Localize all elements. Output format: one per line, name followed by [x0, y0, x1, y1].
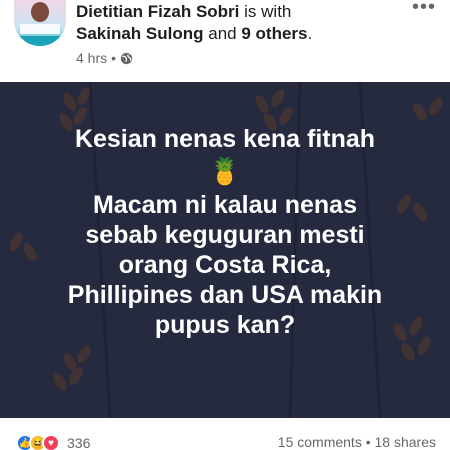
post-time[interactable]: 4 hrs — [76, 50, 107, 66]
post-line-2: Macam ni kalau nenas — [92, 191, 357, 219]
avatar-band-lower — [16, 36, 64, 46]
stats-separator: • — [365, 434, 371, 450]
pineapple-icon: 🍍 — [208, 156, 242, 186]
more-options-icon[interactable]: ••• — [412, 0, 436, 17]
reactions-summary[interactable]: 👍 😆 ♥ 336 — [16, 434, 90, 450]
others-link[interactable]: 9 others — [241, 24, 307, 43]
post-footer: 👍 😆 ♥ 336 15 comments • 18 shares — [0, 418, 450, 450]
post-text: Kesian nenas kena fitnah 🍍 Macam ni kala… — [0, 124, 450, 340]
author-name[interactable]: Dietitian Fizah Sobri — [76, 2, 239, 21]
meta-separator: • — [111, 50, 117, 66]
post-line-1: Kesian nenas kena fitnah — [74, 125, 376, 153]
and-text: and — [208, 24, 237, 43]
comments-link[interactable]: 15 comments — [278, 434, 362, 450]
post-header: Dietitian Fizah Sobri is with Sakinah Su… — [0, 0, 450, 82]
post-line-4: orang Costa Rica, — [118, 251, 332, 279]
reaction-count: 336 — [67, 435, 91, 450]
globe-icon — [120, 52, 133, 64]
post-stats: 15 comments • 18 shares — [278, 434, 436, 450]
with-text: is with — [244, 2, 292, 21]
love-icon: ♥ — [42, 434, 60, 450]
post-line-5: Phillipines dan USA makin — [67, 281, 383, 309]
avatar[interactable] — [14, 0, 66, 46]
tagged-line: Sakinah Sulong and 9 others. — [76, 24, 312, 44]
post-image[interactable]: Kesian nenas kena fitnah 🍍 Macam ni kala… — [0, 82, 450, 418]
post-meta: 4 hrs • — [76, 50, 133, 66]
avatar-face — [31, 2, 49, 22]
post-line-3: sebab keguguran mesti — [85, 221, 365, 249]
shares-link[interactable]: 18 shares — [375, 434, 436, 450]
tagged-name[interactable]: Sakinah Sulong — [76, 24, 204, 43]
avatar-band — [20, 24, 60, 34]
post-line-6: pupus kan? — [154, 311, 296, 339]
author-line: Dietitian Fizah Sobri is with — [76, 2, 291, 22]
period: . — [307, 24, 313, 43]
